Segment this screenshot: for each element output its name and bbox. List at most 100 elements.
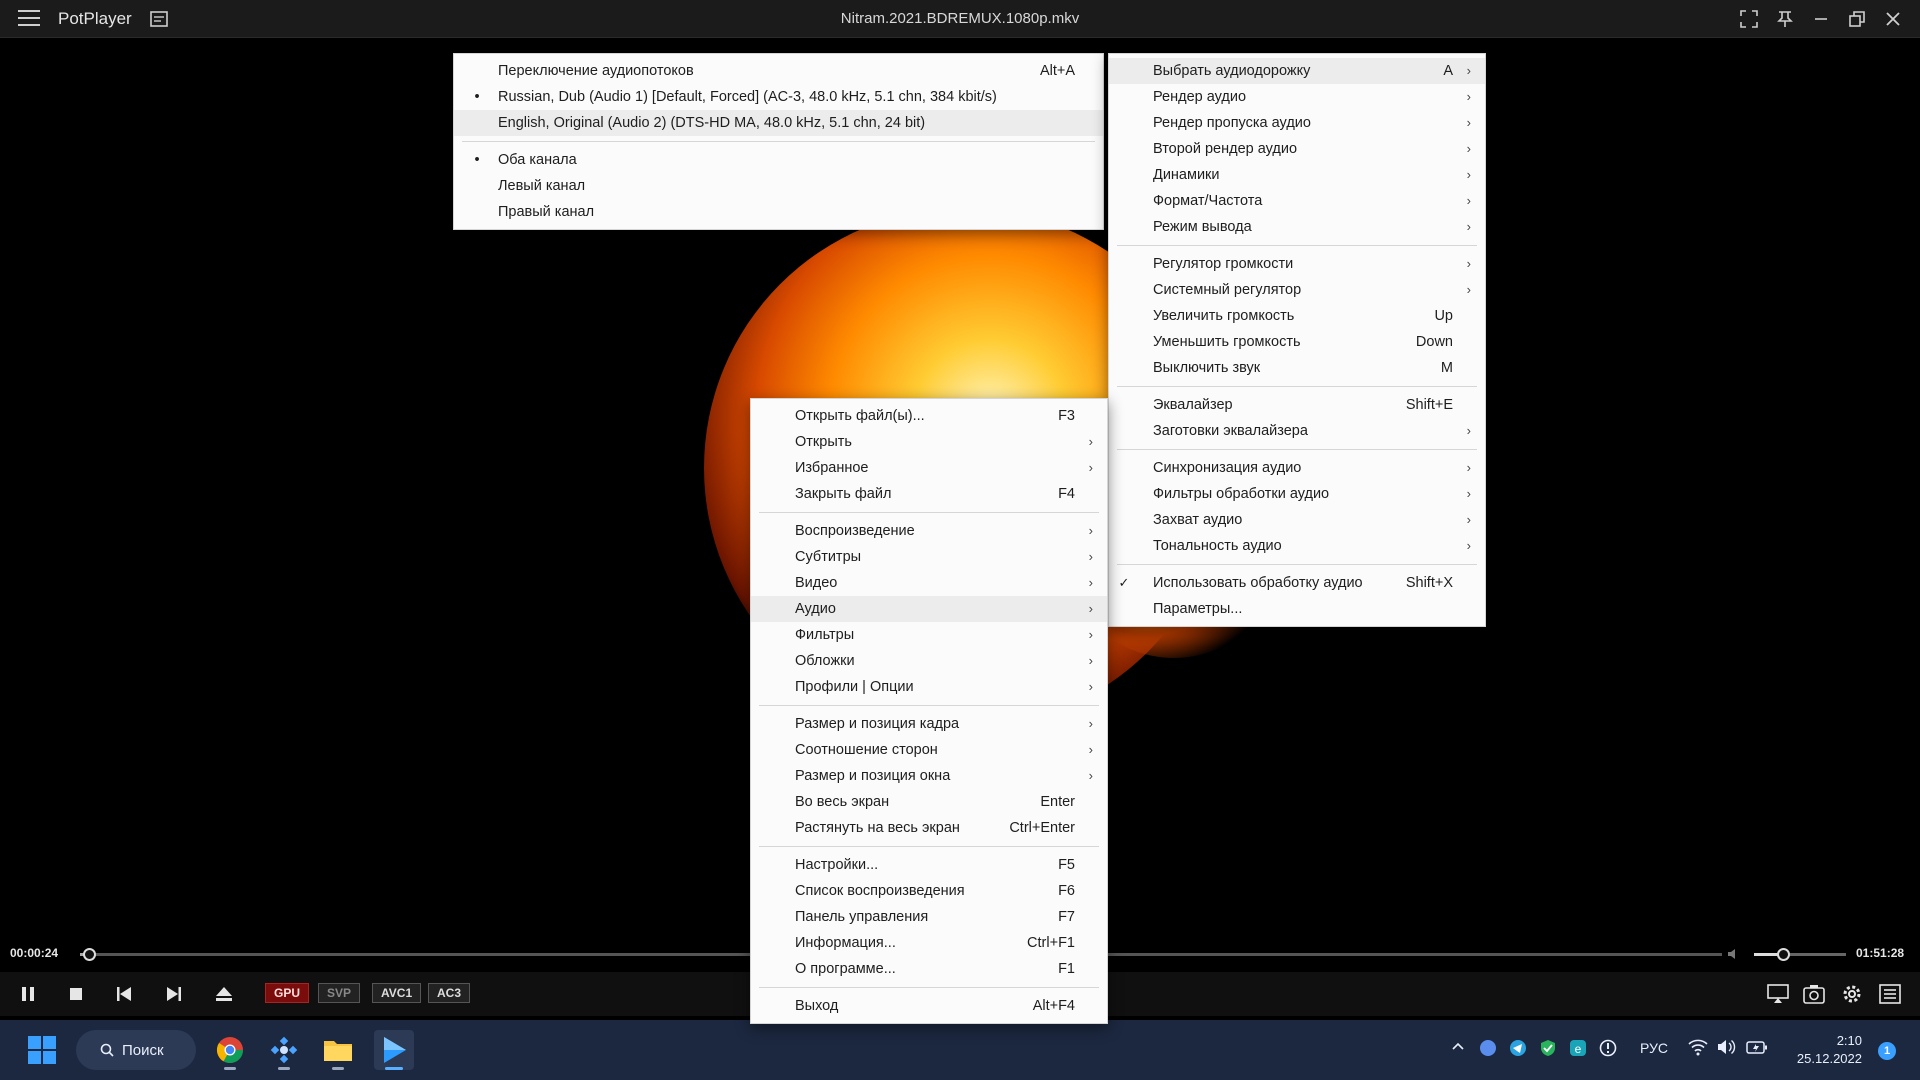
- context-menu-item[interactable]: Профили | Опции ›: [751, 674, 1107, 700]
- audio-menu-item[interactable]: Динамики ›: [1109, 162, 1485, 188]
- svg-text:e: e: [1575, 1042, 1582, 1056]
- audio-menu-item[interactable]: Системный регулятор ›: [1109, 277, 1485, 303]
- context-menu-item[interactable]: Субтитры ›: [751, 544, 1107, 570]
- audio-track-item[interactable]: Правый канал: [454, 199, 1103, 225]
- window-title: Nitram.2021.BDREMUX.1080p.mkv: [840, 10, 1080, 27]
- restore-icon[interactable]: [1842, 6, 1872, 32]
- tray-chevron-icon[interactable]: [1450, 1038, 1466, 1057]
- video-codec-badge[interactable]: AVC1: [372, 983, 422, 1003]
- stop-icon[interactable]: [64, 982, 88, 1006]
- context-menu-item[interactable]: Во весь экран Enter: [751, 789, 1107, 815]
- context-menu-item[interactable]: Фильтры ›: [751, 622, 1107, 648]
- next-icon[interactable]: [162, 982, 186, 1006]
- playlist-icon[interactable]: [1878, 982, 1902, 1006]
- audio-menu-item[interactable]: Уменьшить громкость Down: [1109, 329, 1485, 355]
- audio-track-item[interactable]: Переключение аудиопотоков Alt+A: [454, 58, 1103, 84]
- context-menu-item[interactable]: О программе... F1: [751, 956, 1107, 982]
- menu-icon[interactable]: [18, 10, 40, 28]
- chevron-right-icon: ›: [1466, 219, 1471, 234]
- skin-icon[interactable]: [148, 8, 170, 30]
- minimize-icon[interactable]: [1806, 6, 1836, 32]
- clock-date: 25.12.2022: [1796, 1051, 1862, 1066]
- telegram-icon[interactable]: [1508, 1038, 1528, 1061]
- volume-slider[interactable]: [1754, 948, 1846, 961]
- clock-time: 2:10: [1836, 1033, 1862, 1048]
- gpu-badge[interactable]: GPU: [265, 983, 310, 1003]
- context-menu-item[interactable]: Закрыть файл F4: [751, 481, 1107, 507]
- chevron-right-icon: ›: [1466, 167, 1471, 182]
- settings-app-icon[interactable]: [264, 1030, 304, 1070]
- file-explorer-icon[interactable]: [318, 1030, 358, 1070]
- audio-menu-item[interactable]: Выбрать аудиодорожку A ›: [1109, 58, 1485, 84]
- context-menu-item[interactable]: Открыть ›: [751, 429, 1107, 455]
- audio-menu-item[interactable]: Формат/Частота ›: [1109, 188, 1485, 214]
- previous-icon[interactable]: [112, 982, 136, 1006]
- volume-icon[interactable]: [1726, 946, 1742, 962]
- context-menu-item[interactable]: Настройки... F5: [751, 852, 1107, 878]
- context-menu-item[interactable]: Обложки ›: [751, 648, 1107, 674]
- audio-menu-item[interactable]: Синхронизация аудио ›: [1109, 455, 1485, 481]
- context-menu-item-label: Видео: [795, 575, 838, 591]
- context-menu-item[interactable]: Растянуть на весь экран Ctrl+Enter: [751, 815, 1107, 841]
- audio-menu-item[interactable]: Фильтры обработки аудио ›: [1109, 481, 1485, 507]
- audio-menu-item[interactable]: Увеличить громкость Up: [1109, 303, 1485, 329]
- audio-menu-item[interactable]: ✓ Использовать обработку аудио Shift+X: [1109, 570, 1485, 596]
- screenshot-icon[interactable]: [1802, 982, 1826, 1006]
- context-menu-item[interactable]: Размер и позиция кадра ›: [751, 711, 1107, 737]
- seek-handle[interactable]: [82, 948, 96, 961]
- fullscreen-icon[interactable]: [1734, 6, 1764, 32]
- tray-app-icon-2[interactable]: e: [1568, 1038, 1588, 1061]
- battery-icon[interactable]: [1746, 1038, 1768, 1059]
- audio-menu-item[interactable]: Выключить звук M: [1109, 355, 1485, 381]
- context-menu-item[interactable]: Аудио ›: [751, 596, 1107, 622]
- taskbar-search[interactable]: Поиск: [76, 1030, 196, 1070]
- audio-track-item[interactable]: Левый канал: [454, 173, 1103, 199]
- audio-menu-item[interactable]: Эквалайзер Shift+E: [1109, 392, 1485, 418]
- volume-handle[interactable]: [1777, 948, 1791, 961]
- tray-app-icon-1[interactable]: [1478, 1038, 1498, 1061]
- audio-menu-item[interactable]: Тональность аудио ›: [1109, 533, 1485, 559]
- svp-badge[interactable]: SVP: [318, 983, 361, 1003]
- speaker-icon[interactable]: [1716, 1038, 1736, 1059]
- context-menu-item[interactable]: Информация... Ctrl+F1: [751, 930, 1107, 956]
- audio-menu-item[interactable]: Параметры...: [1109, 596, 1485, 622]
- gear-icon[interactable]: [1840, 982, 1864, 1006]
- wifi-icon[interactable]: [1688, 1038, 1708, 1059]
- title-bar: PotPlayer Nitram.2021.BDREMUX.1080p.mkv: [0, 0, 1920, 38]
- eject-icon[interactable]: [212, 982, 236, 1006]
- audio-codec-badge[interactable]: AC3: [428, 983, 471, 1003]
- close-icon[interactable]: [1878, 6, 1908, 32]
- audio-track-item[interactable]: English, Original (Audio 2) (DTS-HD MA, …: [454, 110, 1103, 136]
- cast-icon[interactable]: [1766, 982, 1790, 1006]
- context-menu-item[interactable]: Открыть файл(ы)... F3: [751, 403, 1107, 429]
- shortcut-label: Ctrl+F1: [1027, 935, 1075, 951]
- context-menu-item[interactable]: Панель управления F7: [751, 904, 1107, 930]
- pause-icon[interactable]: [16, 982, 40, 1006]
- audio-menu-item[interactable]: Рендер аудио ›: [1109, 84, 1485, 110]
- windows-start-icon[interactable]: [28, 1036, 56, 1064]
- context-menu-item[interactable]: Воспроизведение ›: [751, 518, 1107, 544]
- audio-menu-item[interactable]: Регулятор громкости ›: [1109, 251, 1485, 277]
- context-menu-item[interactable]: Размер и позиция окна ›: [751, 763, 1107, 789]
- notification-badge[interactable]: 1: [1878, 1042, 1896, 1060]
- language-indicator[interactable]: РУС: [1640, 1040, 1668, 1056]
- context-menu-item[interactable]: Избранное ›: [751, 455, 1107, 481]
- pin-icon[interactable]: [1770, 6, 1800, 32]
- security-shield-icon[interactable]: [1538, 1038, 1558, 1061]
- audio-menu-item[interactable]: Режим вывода ›: [1109, 214, 1485, 240]
- tray-app-icon-3[interactable]: [1598, 1038, 1618, 1061]
- context-menu-item[interactable]: Видео ›: [751, 570, 1107, 596]
- context-menu-item[interactable]: Соотношение сторон ›: [751, 737, 1107, 763]
- audio-menu-item[interactable]: Захват аудио ›: [1109, 507, 1485, 533]
- context-menu-item[interactable]: Список воспроизведения F6: [751, 878, 1107, 904]
- audio-menu-item[interactable]: Заготовки эквалайзера ›: [1109, 418, 1485, 444]
- audio-menu-item[interactable]: Рендер пропуска аудио ›: [1109, 110, 1485, 136]
- audio-track-item[interactable]: • Оба канала: [454, 147, 1103, 173]
- chrome-icon[interactable]: [210, 1030, 250, 1070]
- potplayer-icon[interactable]: [374, 1030, 414, 1070]
- context-menu-item-label: Обложки: [795, 653, 855, 669]
- audio-track-item[interactable]: • Russian, Dub (Audio 1) [Default, Forced…: [454, 84, 1103, 110]
- audio-menu-item[interactable]: Второй рендер аудио ›: [1109, 136, 1485, 162]
- taskbar-clock[interactable]: 2:10 25.12.2022: [1797, 1032, 1862, 1068]
- context-menu-item[interactable]: Выход Alt+F4: [751, 993, 1107, 1019]
